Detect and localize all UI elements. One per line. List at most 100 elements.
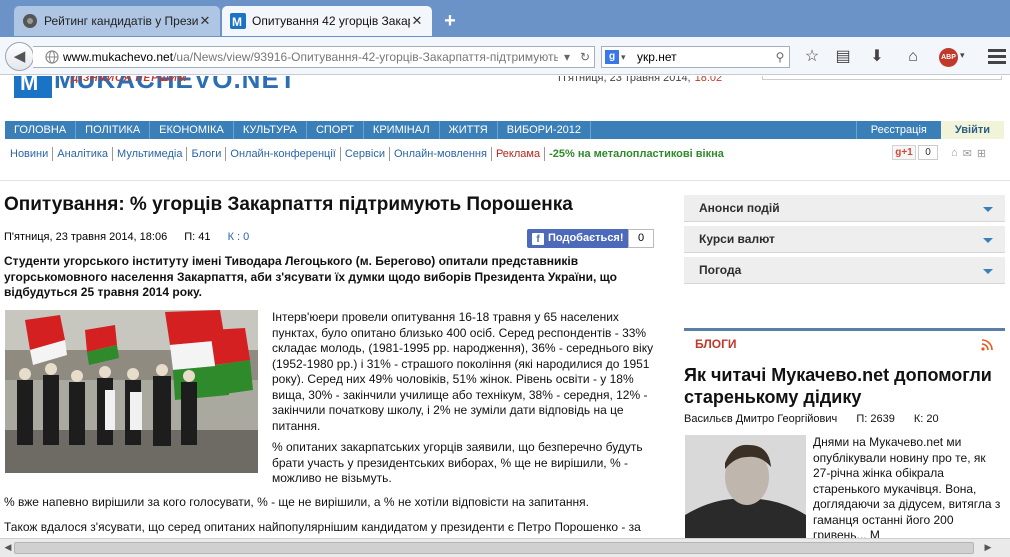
tab-title: Опитування 42 угорців Закар...	[252, 14, 410, 28]
accordion-weather[interactable]: Погода	[684, 257, 1005, 284]
blog-author[interactable]: Васильєв Дмитро Георгійович	[684, 413, 837, 425]
menu-item-sport[interactable]: Спорт	[307, 121, 364, 139]
dropdown-arrow-icon[interactable]: ▾	[558, 50, 576, 64]
article-paragraph: Інтерв'юери провели опитування 16-18 тра…	[272, 310, 654, 433]
article-photo[interactable]	[5, 310, 258, 473]
scroll-left-icon[interactable]: ◀	[2, 542, 14, 553]
url-path: /ua/News/view/93916-Опитування-42-угорці…	[173, 50, 558, 64]
accordion-label: Погода	[699, 263, 742, 277]
search-input[interactable]: укр.нет	[631, 50, 771, 64]
tab-article[interactable]: M Опитування 42 угорців Закар... ✕	[222, 6, 432, 36]
menu-item-home[interactable]: Головна	[5, 121, 77, 139]
google-plus-count: 0	[918, 145, 938, 160]
article-date: П'ятниця, 23 травня 2014, 18:06	[4, 231, 168, 243]
menu-spacer	[591, 121, 856, 139]
tab-title: Рейтинг кандидатів у Прези...	[44, 14, 198, 28]
submenu-advertising[interactable]: Реклама	[492, 147, 546, 161]
submenu-news[interactable]: Новини	[6, 147, 54, 161]
accordion-label: Курси валют	[699, 232, 775, 246]
scrollbar-thumb[interactable]	[14, 542, 974, 554]
rss-icon[interactable]	[981, 339, 993, 351]
chevron-down-icon	[983, 269, 993, 274]
accordion-events[interactable]: Анонси подій	[684, 195, 1005, 222]
header-divider	[0, 180, 1010, 181]
login-link[interactable]: Увійти	[940, 121, 1004, 139]
facebook-icon: f	[532, 232, 544, 245]
favicon-icon	[23, 14, 37, 28]
close-tab-icon[interactable]: ✕	[410, 13, 424, 29]
chevron-down-icon	[983, 207, 993, 212]
facebook-like-button[interactable]: f Подобається!	[527, 229, 629, 248]
close-tab-icon[interactable]: ✕	[198, 13, 212, 29]
home-icon[interactable]: ⌂	[902, 46, 924, 68]
menu-item-life[interactable]: Життя	[440, 121, 498, 139]
back-button[interactable]: ◀	[5, 42, 34, 71]
blog-views: П: 2639	[856, 413, 895, 425]
article-paragraph: % вже напевно вирішили за кого голосуват…	[4, 495, 589, 509]
chevron-down-icon	[983, 238, 993, 243]
submenu-multimedia[interactable]: Мультимедіа	[113, 147, 188, 161]
current-time: 18:02	[694, 76, 723, 84]
article-views: П: 41	[184, 231, 211, 243]
logo-mark	[14, 76, 52, 98]
submenu-online-conferences[interactable]: Онлайн-конференції	[226, 147, 341, 161]
blog-title-link[interactable]: Як читачі Мукачево.net допомогли старень…	[684, 364, 1006, 408]
register-link[interactable]: Реєстрація	[855, 121, 941, 139]
site-search-field[interactable]	[762, 76, 1002, 80]
blog-excerpt: Днями на Мукачево.net ми опублікували но…	[813, 435, 1001, 538]
menu-item-politics[interactable]: Політика	[76, 121, 151, 139]
menu-item-economics[interactable]: Економіка	[150, 121, 234, 139]
article-lead: Студенти угорського інституту імені Тиво…	[4, 254, 617, 299]
tab-rating[interactable]: Рейтинг кандидатів у Прези... ✕	[14, 6, 220, 36]
mail-icon[interactable]: ✉	[963, 147, 972, 160]
svg-text:M: M	[232, 15, 242, 29]
globe-icon	[45, 50, 59, 64]
url-text[interactable]: www.mukachevo.net/ua/News/view/93916-Опи…	[63, 50, 558, 64]
logo-slogan: ДІЗНАЙСЯ ПЕРШИМ	[71, 76, 188, 84]
adblock-icon[interactable]: ABP	[939, 48, 958, 67]
tab-strip: Рейтинг кандидатів у Прези... ✕ M Опитув…	[0, 0, 1010, 38]
submenu-online-broadcast[interactable]: Онлайн-мовлення	[390, 147, 492, 161]
submenu-analytics[interactable]: Аналітика	[53, 147, 114, 161]
horizontal-scrollbar[interactable]: ◀ ▶	[0, 538, 1010, 557]
article-paragraph: % опитаних закарпатських угорців заявили…	[272, 440, 643, 485]
google-icon[interactable]: g	[605, 50, 619, 64]
home-page-icon[interactable]: ⌂	[951, 147, 958, 160]
sitemap-icon[interactable]: ⊞	[977, 147, 986, 160]
search-box[interactable]: g ▾ укр.нет ⚲	[601, 46, 790, 68]
current-date: П'ятниця, 23 травня 2014,	[558, 76, 691, 84]
blogs-label[interactable]: БЛОГИ	[695, 337, 737, 351]
author-photo[interactable]	[685, 435, 806, 538]
menu-item-crime[interactable]: Кримінал	[364, 121, 440, 139]
article-comments-link[interactable]: К : 0	[228, 231, 250, 243]
download-icon[interactable]: ⬇	[866, 46, 888, 68]
main-menu: Головна Політика Економіка Культура Спор…	[5, 121, 1004, 139]
facebook-like-label: Подобається!	[548, 232, 624, 244]
menu-item-culture[interactable]: Культура	[234, 121, 307, 139]
article-meta: П'ятниця, 23 травня 2014, 18:06 П: 41 К …	[4, 231, 263, 243]
url-host: www.mukachevo.net	[63, 50, 174, 64]
submenu-services[interactable]: Сервіси	[341, 147, 390, 161]
current-datetime: П'ятниця, 23 травня 2014, 18:02	[558, 76, 722, 84]
google-plus-button[interactable]: g+1	[892, 145, 916, 160]
engine-dropdown-icon[interactable]: ▾	[621, 52, 631, 63]
accordion-currency[interactable]: Курси валют	[684, 226, 1005, 253]
menu-item-elections[interactable]: Вибори-2012	[498, 121, 592, 139]
reading-list-icon[interactable]: ▤	[832, 46, 854, 68]
bookmark-star-icon[interactable]: ☆	[801, 46, 823, 68]
search-icon[interactable]: ⚲	[771, 50, 789, 64]
reload-icon[interactable]: ↻	[576, 50, 594, 64]
new-tab-button[interactable]: +	[440, 10, 460, 32]
hamburger-menu-icon[interactable]	[988, 49, 1006, 67]
web-page: MUKACHEVO.NET ДІЗНАЙСЯ ПЕРШИМ П'ятниця, …	[0, 76, 1010, 538]
sub-menu: Новини Аналітика Мультимедіа Блоги Онлай…	[6, 147, 728, 161]
promo-link[interactable]: -25% на металопластикові вікна	[545, 147, 728, 161]
scroll-right-icon[interactable]: ▶	[982, 542, 994, 553]
students-with-flags-image	[5, 310, 258, 473]
submenu-blogs[interactable]: Блоги	[187, 147, 227, 161]
blog-meta: Васильєв Дмитро Георгійович П: 2639 К: 2…	[684, 413, 955, 425]
address-bar[interactable]: www.mukachevo.net/ua/News/view/93916-Опи…	[33, 46, 595, 68]
accordion-label: Анонси подій	[699, 201, 780, 215]
utility-icons: ⌂ ✉ ⊞	[951, 147, 986, 160]
adblock-dropdown-icon[interactable]: ▾	[960, 50, 965, 61]
